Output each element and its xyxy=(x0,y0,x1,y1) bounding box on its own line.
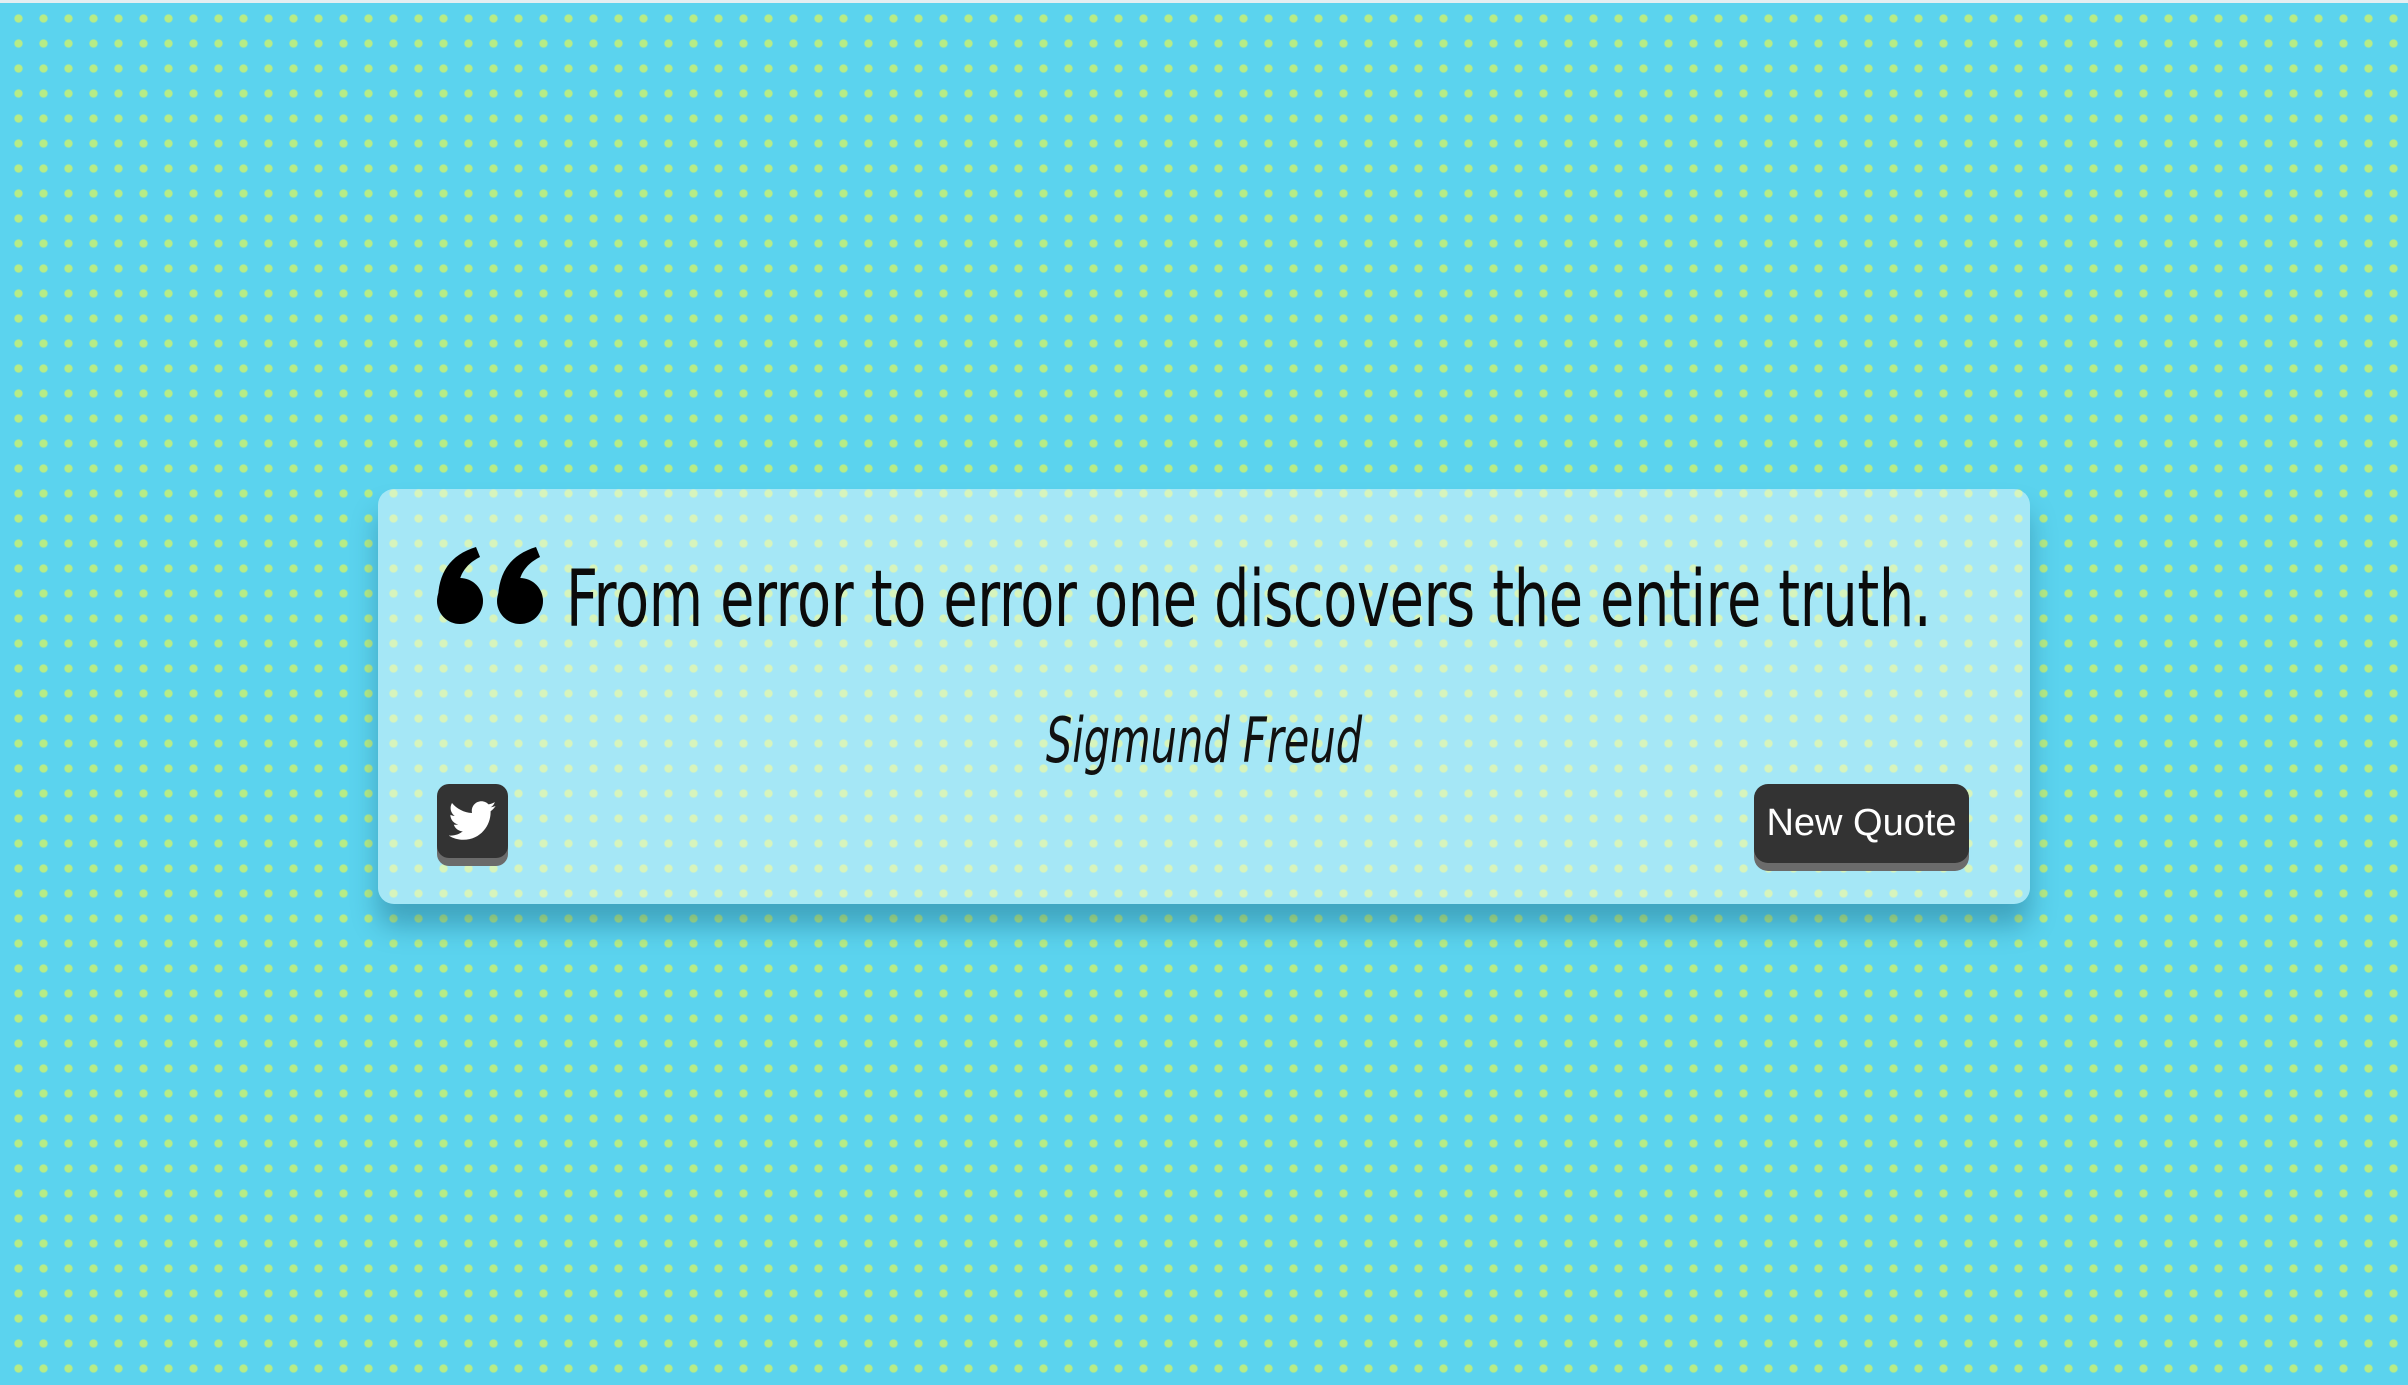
page-top-border xyxy=(0,0,2408,3)
new-quote-button[interactable]: New Quote xyxy=(1754,784,1969,863)
quote-author: Sigmund Freud xyxy=(378,705,2030,777)
tweet-quote-button[interactable] xyxy=(437,784,508,858)
quote-author-name: Sigmund Freud xyxy=(1045,704,1363,777)
quote-box: From error to error one discovers the en… xyxy=(378,489,2030,904)
quote-text: From error to error one discovers the en… xyxy=(566,555,1932,645)
quote-left-icon xyxy=(437,547,543,624)
twitter-icon xyxy=(448,801,496,840)
